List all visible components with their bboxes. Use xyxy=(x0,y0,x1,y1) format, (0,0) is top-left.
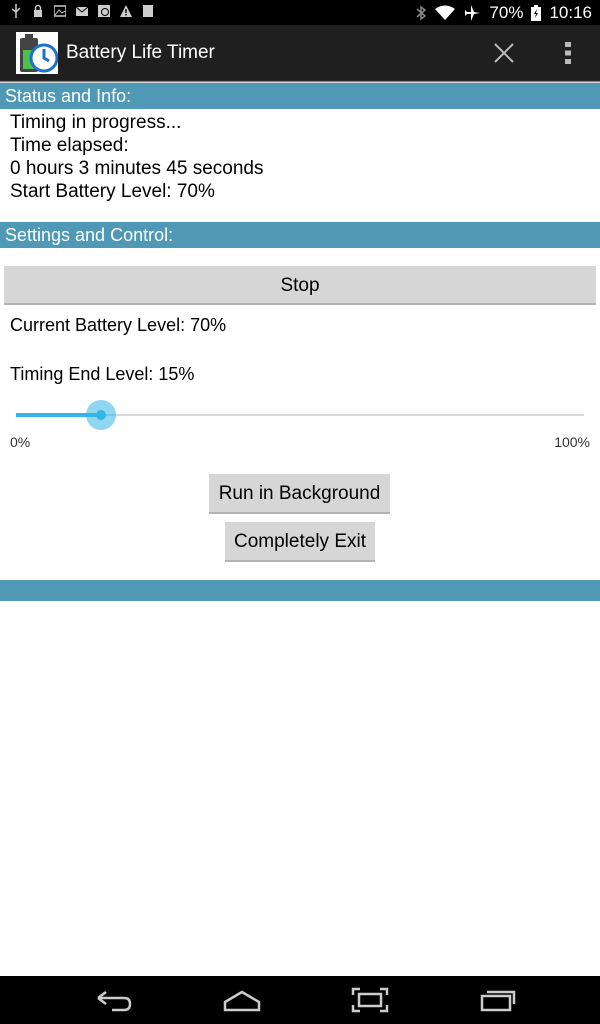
barcode-icon xyxy=(143,5,153,17)
overflow-menu-icon[interactable] xyxy=(556,39,580,67)
slider-max-label: 100% xyxy=(554,434,590,450)
settings-section-header: Settings and Control: xyxy=(0,222,600,248)
start-battery-level: Start Battery Level: 70% xyxy=(10,181,215,202)
timing-status-text: Timing in progress... xyxy=(10,112,182,133)
timing-end-level-label: Timing End Level: 15% xyxy=(10,364,195,384)
system-icons: 70% 10:16 xyxy=(415,0,592,25)
battery-charging-icon xyxy=(531,4,542,21)
close-icon[interactable] xyxy=(490,39,518,67)
app-title: Battery Life Timer xyxy=(66,42,215,63)
status-bar: 70% 10:16 xyxy=(0,0,600,25)
current-battery-level: Current Battery Level: 70% xyxy=(10,315,227,335)
notification-icons xyxy=(10,4,154,18)
warning-icon xyxy=(120,5,132,17)
bluetooth-icon xyxy=(416,5,427,20)
app-icon xyxy=(16,32,59,74)
image-icon xyxy=(54,5,66,17)
clock: 10:16 xyxy=(549,2,592,22)
action-bar: Battery Life Timer xyxy=(0,25,600,80)
navigation-bar xyxy=(0,976,600,1024)
gmail-icon xyxy=(76,6,88,16)
time-elapsed-value: 0 hours 3 minutes 45 seconds xyxy=(10,158,264,179)
home-icon[interactable] xyxy=(222,986,262,1014)
recent-apps-icon[interactable] xyxy=(478,986,518,1014)
run-in-background-button[interactable]: Run in Background xyxy=(209,474,390,514)
wifi-icon xyxy=(435,5,456,20)
completely-exit-button[interactable]: Completely Exit xyxy=(225,522,375,562)
airplane-mode-icon xyxy=(465,4,481,21)
bottom-divider-bar xyxy=(0,580,600,601)
battery-timer-notification-icon xyxy=(98,5,110,17)
stop-button[interactable]: Stop xyxy=(4,266,596,305)
status-section-header: Status and Info: xyxy=(0,83,600,109)
back-icon[interactable] xyxy=(94,986,134,1014)
lock-icon xyxy=(34,4,42,17)
screenshot-icon[interactable] xyxy=(350,986,390,1014)
battery-percentage: 70% xyxy=(489,2,524,22)
time-elapsed-label: Time elapsed: xyxy=(10,135,129,156)
usb-icon xyxy=(11,4,21,18)
slider-min-label: 0% xyxy=(10,434,31,450)
